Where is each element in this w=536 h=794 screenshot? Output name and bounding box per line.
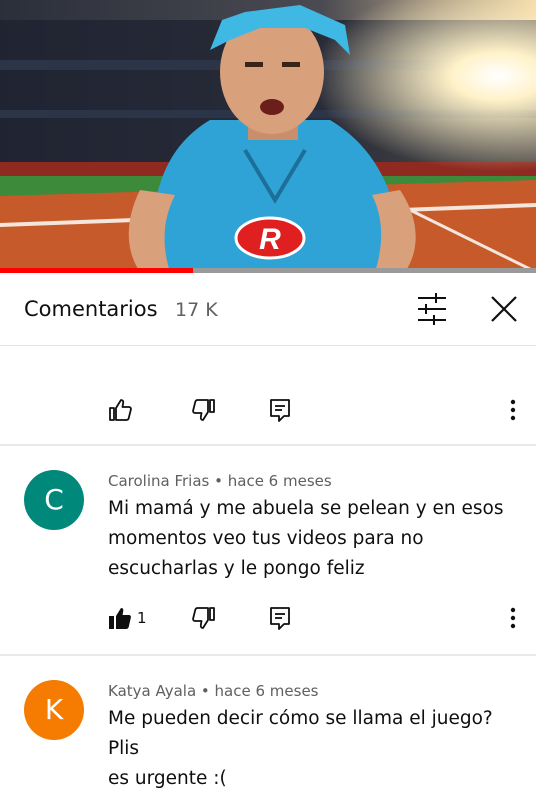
avatar-letter: C (44, 483, 64, 516)
video-player[interactable]: R (0, 0, 536, 272)
comment-menu-button[interactable] (500, 604, 526, 632)
close-comments-button[interactable] (484, 289, 524, 329)
reply-button[interactable] (266, 396, 294, 424)
comment-text-line: es urgente :( (108, 768, 227, 789)
comment-text-line: escucharlas y le pongo feliz (108, 558, 365, 579)
close-icon (491, 296, 517, 322)
comments-count: 17 K (175, 299, 218, 321)
sort-filter-button[interactable] (412, 291, 452, 327)
thumb-down-icon (192, 607, 215, 629)
like-count: 1 (137, 609, 147, 627)
video-frame: R (0, 0, 536, 272)
reply-icon (270, 399, 290, 422)
comment-menu-button[interactable] (500, 396, 526, 424)
thumb-up-filled-icon (109, 608, 131, 629)
comments-title: Comentarios (24, 297, 158, 321)
dislike-button[interactable] (190, 396, 218, 424)
comment-text: Me pueden decir cómo se llama el juego? … (108, 704, 508, 794)
reply-icon (270, 607, 290, 630)
comment-item: K Katya Ayala • hace 6 meses Me pueden d… (0, 656, 536, 789)
comment-text-line: Me pueden decir cómo se llama el juego? … (108, 708, 493, 759)
more-vert-icon (510, 607, 516, 629)
comment-meta: Carolina Frias • hace 6 meses (108, 472, 332, 490)
thumb-down-icon (192, 399, 215, 421)
comment-text: Mi mamá y me abuela se pelean y en esos … (108, 494, 508, 584)
comment-item: C Carolina Frias • hace 6 meses Mi mamá … (0, 446, 536, 654)
comment-meta: Katya Ayala • hace 6 meses (108, 682, 319, 700)
channel-logo-letter: R (259, 223, 281, 256)
comments-header: Comentarios 17 K (0, 273, 536, 346)
comment-text-line: Mi mamá y me abuela se pelean y en esos (108, 498, 504, 519)
avatar[interactable]: K (24, 680, 84, 740)
like-button[interactable] (106, 396, 134, 424)
sliders-icon (418, 293, 446, 325)
more-vert-icon (510, 399, 516, 421)
comment-item-partial (0, 346, 536, 444)
thumb-up-icon (109, 399, 132, 421)
avatar[interactable]: C (24, 470, 84, 530)
dislike-button[interactable] (190, 604, 218, 632)
comment-text-line: momentos veo tus videos para no (108, 528, 424, 549)
like-button[interactable] (106, 604, 134, 632)
avatar-letter: K (44, 693, 64, 726)
reply-button[interactable] (266, 604, 294, 632)
